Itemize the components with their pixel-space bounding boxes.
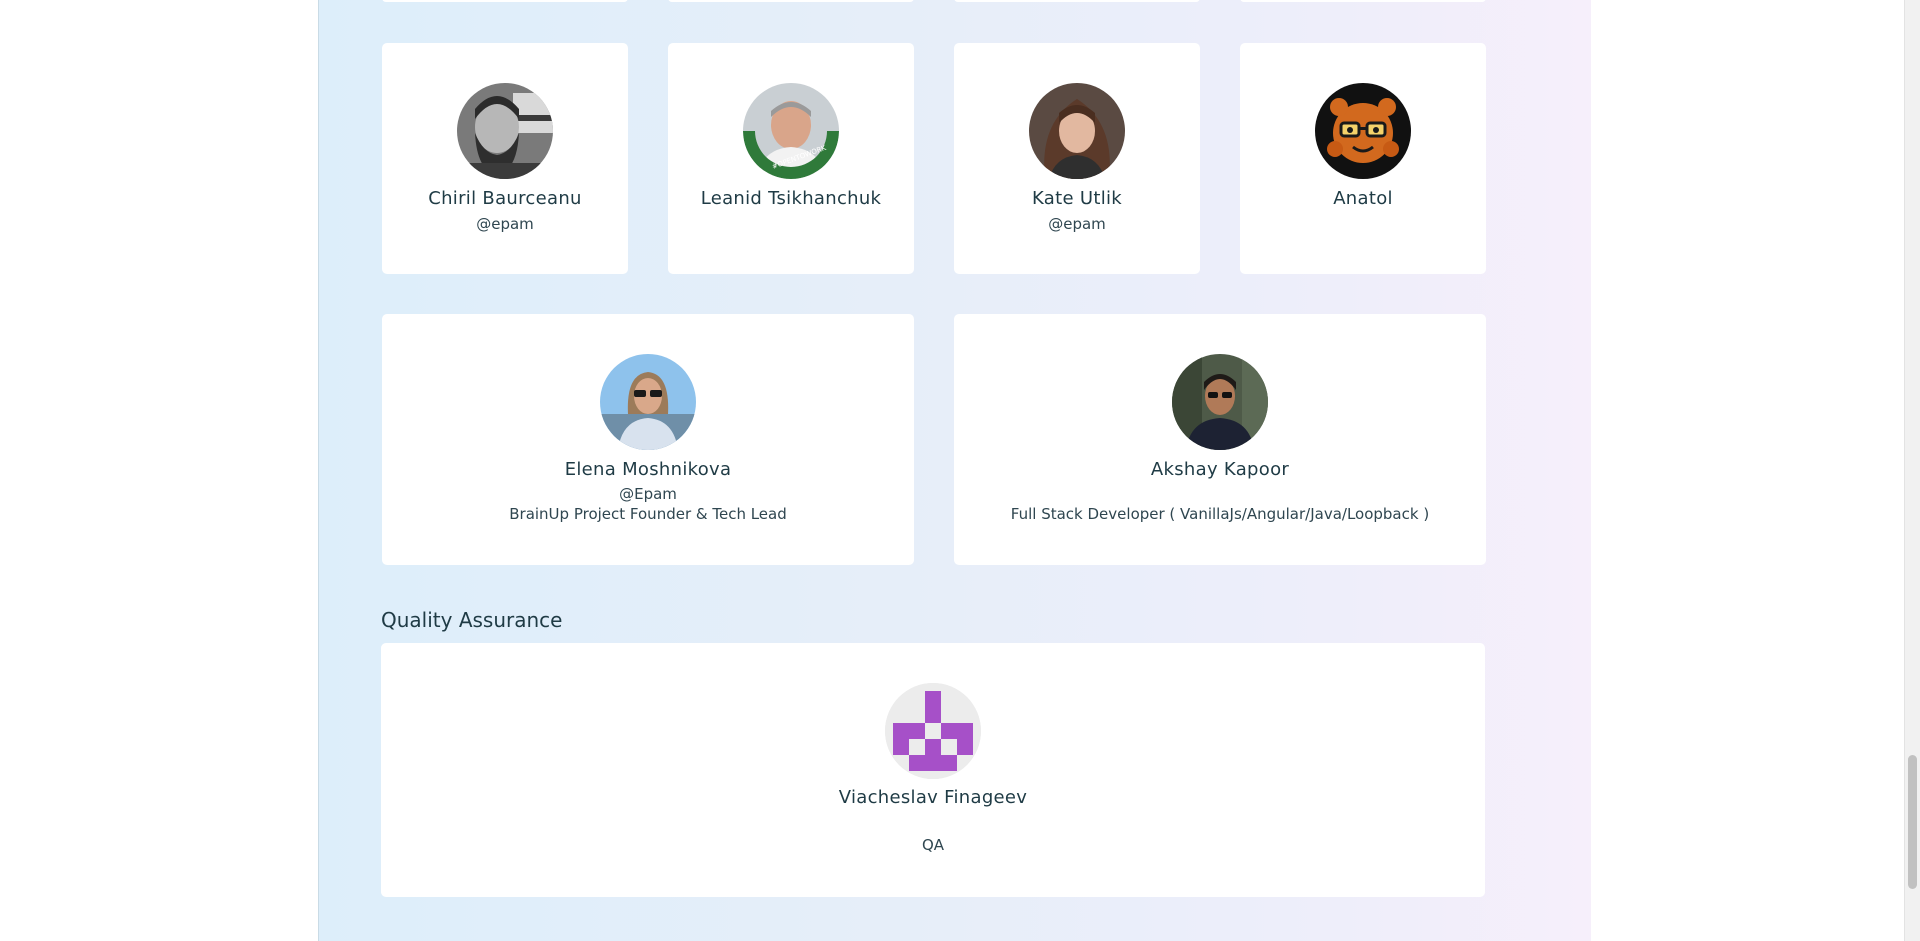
previous-row-card: [382, 0, 628, 2]
contributor-card: #OPENTOWORK Leanid Tsikhanchuk: [668, 43, 914, 274]
contributor-name: Chiril Baurceanu: [428, 188, 582, 209]
contributor-card: Anatol: [1240, 43, 1486, 274]
contributor-name: Kate Utlik: [1031, 188, 1123, 209]
contributor-name: Anatol: [1333, 188, 1393, 209]
avatar[interactable]: [457, 83, 553, 179]
octocat-avatar-icon: [1315, 83, 1411, 179]
avatar[interactable]: [1172, 354, 1268, 450]
previous-row-card: [954, 0, 1200, 2]
page-scrollbar[interactable]: [1904, 0, 1920, 941]
contributor-card: Kate Utlik @epam: [954, 43, 1200, 274]
qa-member-name: Viacheslav Finageev: [838, 787, 1028, 808]
previous-row-card: [1240, 0, 1486, 2]
contributor-name: Leanid Tsikhanchuk: [700, 188, 882, 209]
avatar-photo-icon: #OPENTOWORK: [743, 83, 839, 179]
avatar-photo-icon: [457, 83, 553, 179]
contributor-company: @epam: [1048, 215, 1106, 233]
contributor-card: Akshay Kapoor Full Stack Developer ( Van…: [954, 314, 1486, 565]
avatar[interactable]: [1315, 83, 1411, 179]
contributor-role: BrainUp Project Founder & Tech Lead: [509, 505, 787, 523]
identicon-avatar-icon: [885, 683, 981, 779]
scrollbar-thumb[interactable]: [1908, 755, 1917, 889]
avatar-photo-icon: [1029, 83, 1125, 179]
avatar[interactable]: [1029, 83, 1125, 179]
avatar-photo-icon: [600, 354, 696, 450]
contributor-card: Chiril Baurceanu @epam: [382, 43, 628, 274]
section-title-quality-assurance: Quality Assurance: [381, 608, 563, 632]
contributor-card: Elena Moshnikova @Epam BrainUp Project F…: [382, 314, 914, 565]
contributor-company: @epam: [476, 215, 534, 233]
previous-row-card: [668, 0, 914, 2]
contributor-name: Akshay Kapoor: [1150, 459, 1290, 480]
avatar[interactable]: #OPENTOWORK: [743, 83, 839, 179]
contributor-role: Full Stack Developer ( VanillaJs/Angular…: [1010, 505, 1430, 523]
contributor-company: @Epam: [619, 485, 677, 503]
qa-member-card: Viacheslav Finageev QA: [381, 643, 1485, 897]
avatar-photo-icon: [1172, 354, 1268, 450]
contributor-name: Elena Moshnikova: [564, 459, 732, 480]
avatar[interactable]: [885, 683, 981, 779]
avatar[interactable]: [600, 354, 696, 450]
page: Chiril Baurceanu @epam #OPENTOWORK Leani…: [0, 0, 1920, 941]
qa-member-role: QA: [921, 836, 945, 854]
